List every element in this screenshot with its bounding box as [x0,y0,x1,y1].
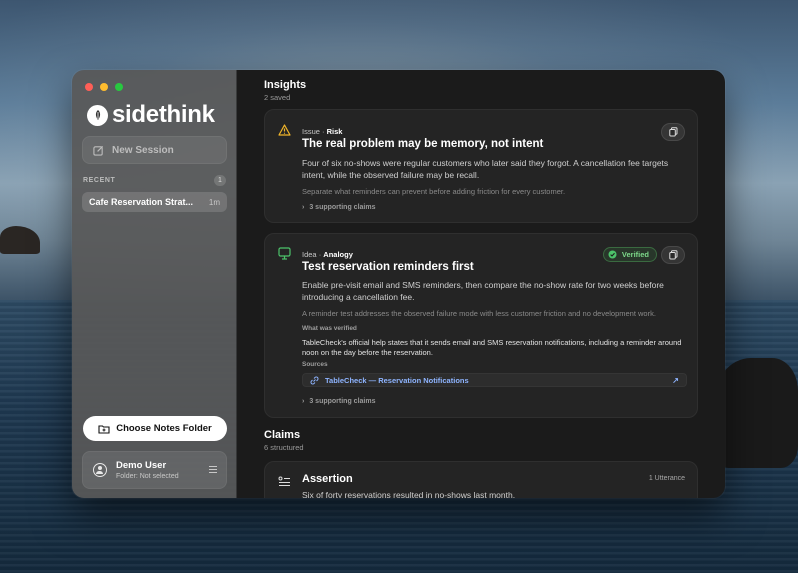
app-name: sidethink [112,101,215,128]
session-time: 1m [208,197,220,207]
supporting-claims-label: 3 supporting claims [309,398,376,405]
user-name: Demo User [116,460,167,471]
minimize-window-button[interactable] [100,83,108,91]
source-title: TableCheck — Reservation Notifications [325,375,469,385]
insight-card: Issue · Risk The real problem may be mem… [264,109,698,223]
list-icon [278,474,291,492]
close-window-button[interactable] [85,83,93,91]
insights-count: 2 saved [264,93,291,102]
chevron-right-icon: › [302,398,305,405]
claim-meta: 1 Utterance [648,475,685,482]
external-link-icon: ↗ [672,375,679,385]
verified-label: Verified [621,250,649,259]
warning-icon [278,123,291,141]
insight-kind: Idea · Analogy [302,250,353,259]
folder-icon [98,424,110,434]
supporting-claims-toggle[interactable]: › 3 supporting claims [302,398,375,405]
supporting-claims-toggle[interactable]: › 3 supporting claims [302,204,375,211]
insight-body: Four of six no-shows were regular custom… [302,158,669,180]
session-title: Cafe Reservation Strat... [89,197,194,207]
choose-notes-folder-button[interactable]: Choose Notes Folder [83,416,227,441]
new-session-label: New Session [112,144,174,156]
window-controls [85,83,123,91]
user-folder-status: Folder: Not selected [116,473,179,480]
supporting-claims-label: 3 supporting claims [309,204,376,211]
copy-icon [668,250,677,260]
insight-title: The real problem may be memory, not inte… [302,138,544,150]
verified-heading: What was verified [302,325,357,332]
claims-count: 6 structured [264,443,304,452]
verified-text: TableCheck's official help states that i… [302,338,682,357]
verified-badge: Verified [602,247,657,262]
user-avatar-icon [93,463,107,477]
app-brand: sidethink [87,101,215,129]
insight-note: A reminder test addresses the observed f… [302,309,656,318]
check-circle-icon [608,250,617,259]
recent-heading: RECENT [83,177,116,184]
choose-notes-folder-label: Choose Notes Folder [116,423,212,434]
user-card[interactable]: Demo User Folder: Not selected [82,451,227,489]
copy-button[interactable] [661,246,685,264]
insight-note: Separate what reminders can prevent befo… [302,187,566,196]
zoom-window-button[interactable] [115,83,123,91]
copy-icon [668,127,677,137]
new-session-button[interactable]: New Session [82,136,227,164]
menu-icon[interactable] [209,466,217,475]
sidebar: sidethink New Session RECENT 1 Cafe Rese… [72,70,237,498]
copy-button[interactable] [661,123,685,141]
chevron-right-icon: › [302,204,305,211]
insight-body: Enable pre-visit email and SMS reminders… [302,280,664,302]
compose-icon [93,145,104,156]
insight-card: Idea · Analogy Verified Test reservation… [264,233,698,418]
link-icon [310,376,319,384]
monitor-icon [278,247,291,265]
claims-heading: Claims [264,429,301,441]
insight-kind: Issue · Risk [302,127,343,136]
source-link[interactable]: TableCheck — Reservation Notifications ↗ [302,373,687,387]
claim-text: Six of forty reservations resulted in no… [302,490,516,498]
claim-type: Assertion [302,473,353,485]
sources-heading: Sources [302,361,328,368]
recent-count-badge: 1 [214,175,226,186]
logo-icon [87,104,108,126]
insights-heading: Insights [264,79,307,91]
app-window: sidethink New Session RECENT 1 Cafe Rese… [72,70,725,498]
main-content: Insights 2 saved Issue · Risk The real p… [237,70,725,498]
insight-title: Test reservation reminders first [302,261,474,273]
claim-card[interactable]: Assertion 1 Utterance Six of forty reser… [264,461,698,498]
session-item[interactable]: Cafe Reservation Strat... 1m [82,192,227,212]
